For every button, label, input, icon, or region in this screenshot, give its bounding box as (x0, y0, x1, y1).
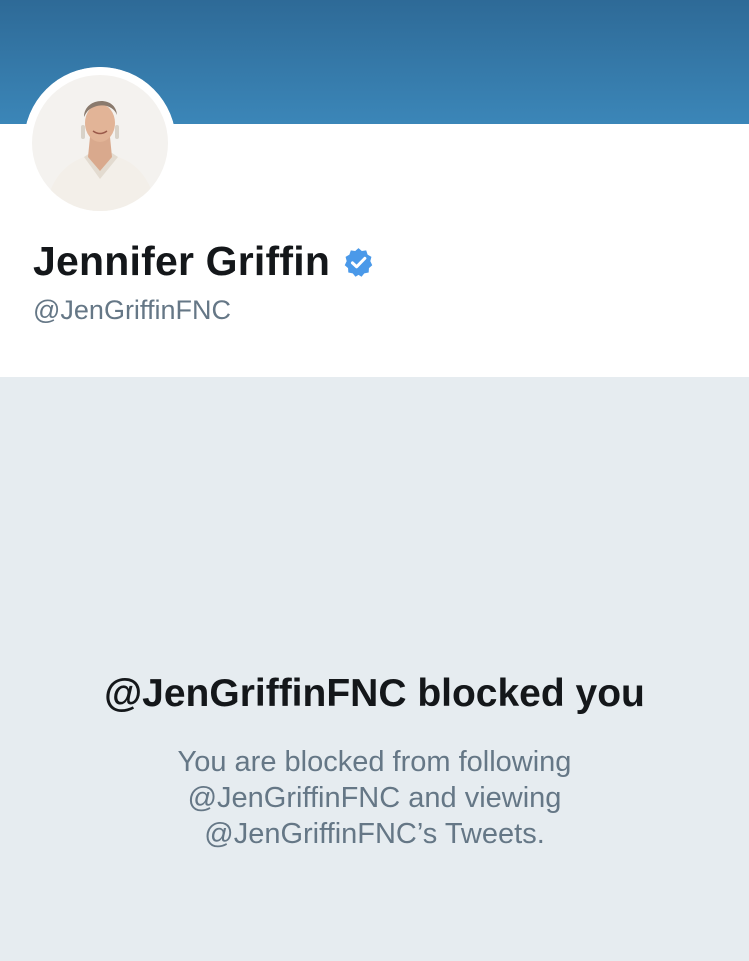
avatar-photo (24, 67, 176, 219)
blocked-title: @JenGriffinFNC blocked you (104, 672, 645, 715)
blocked-message: You are blocked from following @JenGriff… (177, 746, 572, 850)
display-name: Jennifer Griffin (33, 238, 331, 284)
profile-handle: @JenGriffinFNC (33, 295, 231, 325)
profile-name-row: Jennifer Griffin (33, 236, 375, 286)
avatar[interactable] (24, 67, 176, 219)
verified-badge-icon (342, 246, 375, 279)
